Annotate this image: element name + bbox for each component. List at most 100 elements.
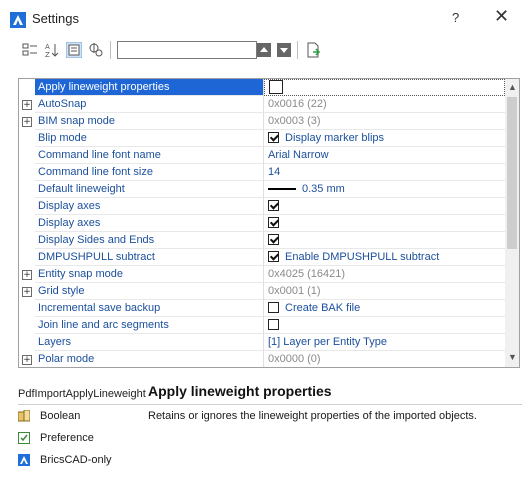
property-value[interactable]: [264, 317, 505, 334]
vertical-scrollbar[interactable]: ▲ ▼: [505, 79, 519, 367]
variable-name: PdfImportApplyLineweight: [18, 388, 146, 400]
property-value[interactable]: Create BAK file: [264, 300, 505, 317]
property-value[interactable]: [264, 232, 505, 249]
property-pages-icon[interactable]: [66, 42, 82, 58]
property-row[interactable]: Blip mode Display marker blips: [19, 130, 505, 147]
property-row[interactable]: Command line font size 14: [19, 164, 505, 181]
property-value[interactable]: 0x0001 (1): [264, 283, 505, 300]
property-name[interactable]: Command line font name: [35, 147, 264, 164]
help-button[interactable]: ?: [452, 10, 459, 25]
setting-title: Apply lineweight properties: [148, 383, 332, 399]
scope-label: BricsCAD-only: [40, 454, 112, 466]
property-name[interactable]: Blip mode: [35, 130, 264, 147]
next-match-icon[interactable]: [276, 42, 292, 58]
checkbox-checked[interactable]: [268, 233, 279, 245]
expand-icon[interactable]: +: [22, 355, 32, 365]
checkbox-unchecked[interactable]: [268, 301, 279, 313]
property-name[interactable]: Default lineweight: [35, 181, 264, 198]
type-label: Boolean: [40, 410, 81, 422]
toolbar-separator: [297, 41, 298, 59]
search-input[interactable]: [117, 41, 257, 59]
scroll-down-icon[interactable]: ▼: [508, 352, 517, 362]
property-row[interactable]: Default lineweight 0.35 mm: [19, 181, 505, 198]
property-name[interactable]: Layers: [35, 334, 264, 351]
divider: [18, 404, 522, 405]
checkbox-checked[interactable]: [268, 216, 279, 228]
property-value[interactable]: 0x0016 (22): [264, 96, 505, 113]
checkbox-checked[interactable]: [268, 199, 279, 211]
property-row[interactable]: DMPUSHPULL subtract Enable DMPUSHPULL sub…: [19, 249, 505, 266]
expand-icon[interactable]: +: [22, 287, 32, 297]
property-value[interactable]: 0x0000 (0): [264, 351, 505, 367]
preference-icon: [18, 432, 30, 444]
property-row[interactable]: + Grid style 0x0001 (1): [19, 283, 505, 300]
property-name[interactable]: Display axes: [35, 215, 264, 232]
property-value[interactable]: Display marker blips: [264, 130, 505, 147]
property-row[interactable]: Layers [1] Layer per Entity Type: [19, 334, 505, 351]
toolbar-separator: [110, 41, 111, 59]
property-row[interactable]: Join line and arc segments: [19, 317, 505, 334]
checkbox-label: Enable DMPUSHPULL subtract: [285, 251, 440, 263]
categorized-view-icon[interactable]: [22, 42, 38, 58]
property-name[interactable]: Polar mode: [35, 351, 264, 367]
property-row[interactable]: Apply lineweight properties: [19, 79, 505, 96]
property-value[interactable]: 0.35 mm: [264, 181, 505, 198]
scroll-up-icon[interactable]: ▲: [508, 82, 517, 92]
checkbox-unchecked[interactable]: [269, 80, 283, 95]
property-value[interactable]: Enable DMPUSHPULL subtract: [264, 249, 505, 266]
category-label: Preference: [40, 432, 94, 444]
checkbox-unchecked[interactable]: [268, 318, 279, 330]
property-row[interactable]: Display axes: [19, 198, 505, 215]
property-name[interactable]: DMPUSHPULL subtract: [35, 249, 264, 266]
boolean-type-icon: [18, 410, 30, 422]
property-row[interactable]: + Entity snap mode 0x4025 (16421): [19, 266, 505, 283]
property-row[interactable]: + Polar mode 0x0000 (0): [19, 351, 505, 367]
property-row[interactable]: Command line font name Arial Narrow: [19, 147, 505, 164]
property-row[interactable]: + AutoSnap 0x0016 (22): [19, 96, 505, 113]
toolbar: A Z: [0, 34, 522, 66]
bricscad-logo-icon: [10, 12, 26, 28]
previous-match-icon[interactable]: [256, 42, 272, 58]
property-value[interactable]: 0x4025 (16421): [264, 266, 505, 283]
checkbox-label: Create BAK file: [285, 302, 361, 314]
property-row[interactable]: + BIM snap mode 0x0003 (3): [19, 113, 505, 130]
property-name[interactable]: BIM snap mode: [35, 113, 264, 130]
close-button[interactable]: ✕: [494, 6, 509, 27]
export-icon[interactable]: [305, 42, 321, 58]
window-title: Settings: [32, 11, 79, 26]
property-row[interactable]: Display Sides and Ends: [19, 232, 505, 249]
property-grid: Apply lineweight properties + AutoSnap 0x00…: [18, 78, 520, 368]
property-name[interactable]: Grid style: [35, 283, 264, 300]
property-value[interactable]: [264, 215, 505, 232]
property-value[interactable]: [1] Layer per Entity Type: [264, 334, 505, 351]
property-value[interactable]: Arial Narrow: [264, 147, 505, 164]
property-name[interactable]: Join line and arc segments: [35, 317, 264, 334]
property-name[interactable]: Incremental save backup: [35, 300, 264, 317]
property-name[interactable]: Display Sides and Ends: [35, 232, 264, 249]
property-name[interactable]: AutoSnap: [35, 96, 264, 113]
property-value[interactable]: 14: [264, 164, 505, 181]
bricscad-logo-icon: [18, 454, 30, 466]
property-name[interactable]: Entity snap mode: [35, 266, 264, 283]
svg-text:A: A: [45, 43, 50, 51]
settings-filter-icon[interactable]: [88, 42, 104, 58]
lineweight-sample: [268, 188, 296, 191]
expand-icon[interactable]: +: [22, 117, 32, 127]
lineweight-label: 0.35 mm: [302, 183, 345, 195]
expand-icon[interactable]: +: [22, 270, 32, 280]
property-name[interactable]: Display axes: [35, 198, 264, 215]
property-value[interactable]: [264, 198, 505, 215]
title-bar: Settings ? ✕: [0, 0, 522, 34]
setting-description: Retains or ignores the lineweight proper…: [148, 410, 477, 422]
checkbox-checked[interactable]: [268, 250, 279, 262]
expand-icon[interactable]: +: [22, 100, 32, 110]
property-name[interactable]: Command line font size: [35, 164, 264, 181]
property-row[interactable]: Display axes: [19, 215, 505, 232]
property-value[interactable]: 0x0003 (3): [264, 113, 505, 130]
sort-alphabetical-icon[interactable]: A Z: [44, 42, 60, 58]
scroll-thumb[interactable]: [507, 97, 517, 249]
property-name[interactable]: Apply lineweight properties: [35, 79, 264, 96]
property-value[interactable]: [264, 79, 505, 96]
checkbox-checked[interactable]: [268, 131, 279, 143]
property-row[interactable]: Incremental save backup Create BAK file: [19, 300, 505, 317]
